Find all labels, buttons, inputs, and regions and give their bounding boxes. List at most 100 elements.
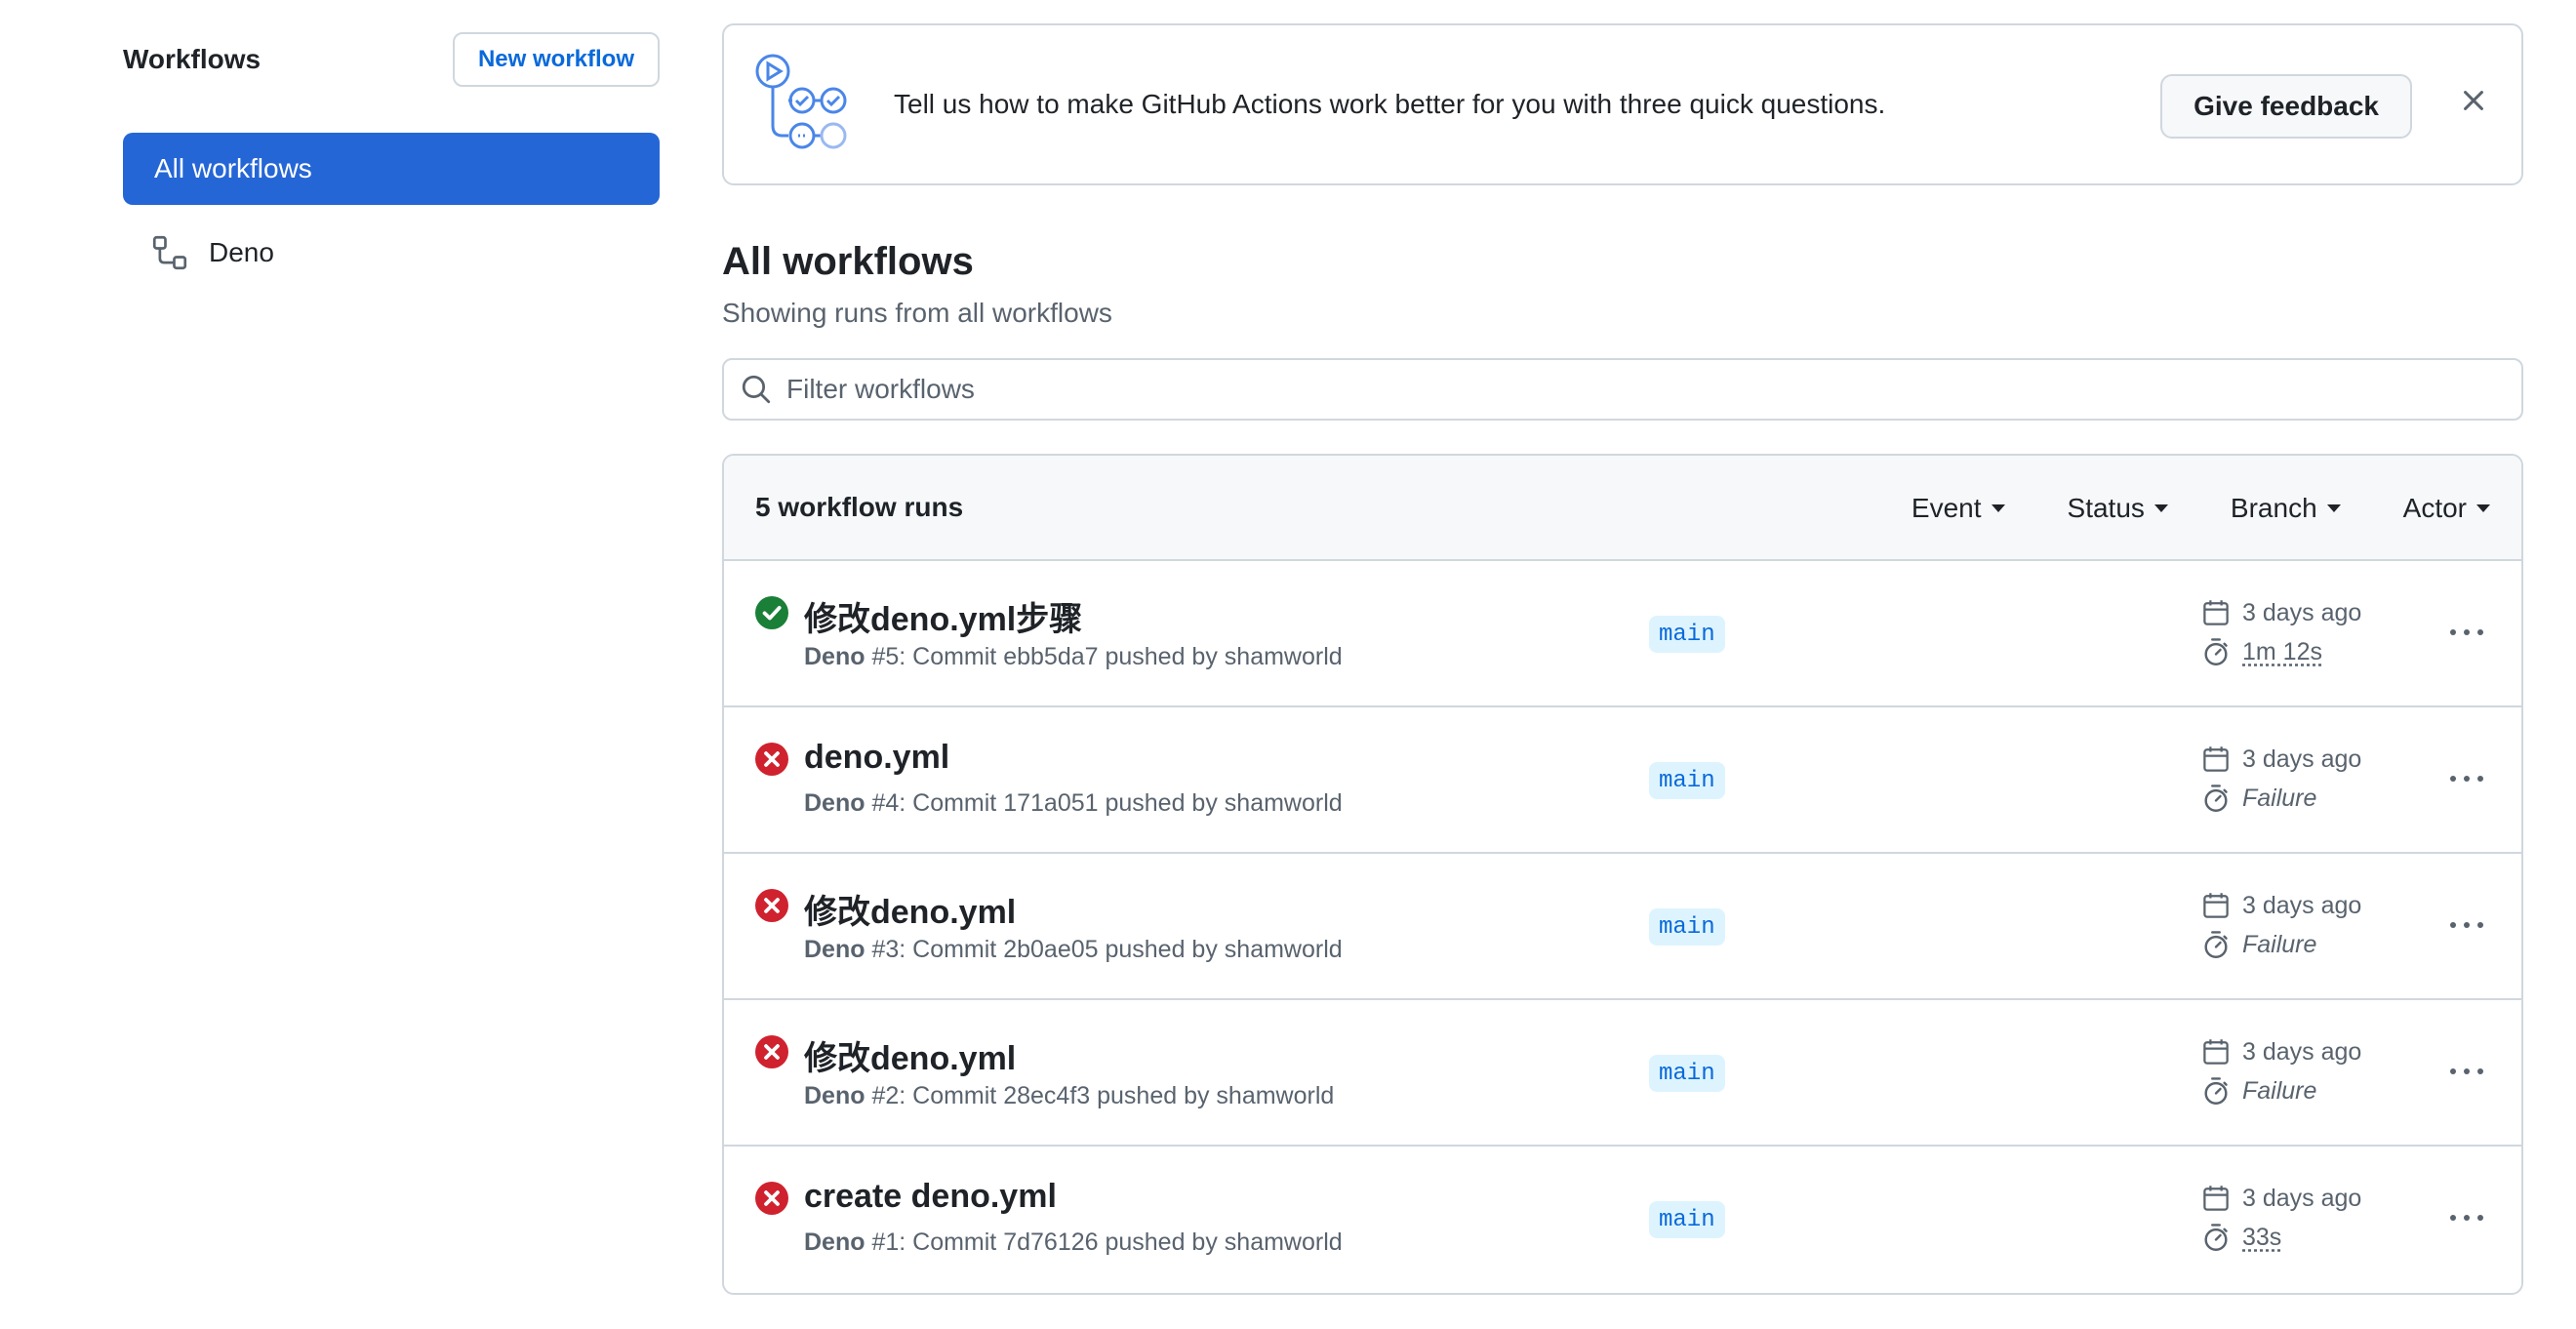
run-duration-value: 33s [2242, 1223, 2282, 1251]
feedback-banner: Tell us how to make GitHub Actions work … [722, 23, 2523, 185]
sidebar-item-deno[interactable]: Deno [123, 219, 660, 287]
run-title-link[interactable]: deno.yml [804, 739, 949, 777]
run-title-link[interactable]: create deno.yml [804, 1178, 1057, 1216]
branch-label[interactable]: main [1649, 908, 1725, 946]
run-meta: Deno #4: Commit 171a051 pushed by shamwo… [804, 789, 1343, 818]
branch-label[interactable]: main [1649, 1055, 1725, 1092]
branch-filter-dropdown[interactable]: Branch [2231, 493, 2341, 524]
caret-down-icon [2153, 504, 2168, 512]
actor-filter-dropdown[interactable]: Actor [2403, 493, 2490, 524]
run-meta: Deno #3: Commit 2b0ae05 pushed by shamwo… [804, 936, 1343, 964]
run-duration: Failure [2201, 1076, 2316, 1106]
page-subtitle: Showing runs from all workflows [722, 298, 1112, 328]
kebab-horizontal-icon[interactable] [2447, 618, 2486, 647]
run-title-link[interactable]: 修改deno.yml步骤 [804, 592, 1082, 640]
workflow-run-row[interactable]: 修改deno.yml Deno #3: Commit 2b0ae05 pushe… [724, 854, 2521, 1000]
run-when: 3 days ago [2242, 598, 2362, 626]
event-filter-label: Event [1911, 493, 1982, 523]
calendar-icon [2203, 600, 2229, 625]
page-title: All workflows [722, 240, 974, 283]
main-content: Tell us how to make GitHub Actions work … [722, 23, 2523, 1295]
run-time: 3 days ago [2201, 891, 2361, 920]
run-workflow-name: Deno [804, 789, 865, 817]
workflow-icon [152, 235, 187, 270]
x-circle-fill-icon [755, 889, 788, 922]
sidebar-item-label: All workflows [154, 153, 312, 183]
run-meta: Deno #1: Commit 7d76126 pushed by shamwo… [804, 1228, 1343, 1257]
stopwatch-icon [2204, 785, 2228, 812]
run-meta-detail: #5: Commit ebb5da7 pushed by shamworld [865, 643, 1343, 670]
kebab-horizontal-icon[interactable] [2447, 1203, 2486, 1232]
filter-workflows-input[interactable] [786, 374, 2445, 405]
workflow-run-row[interactable]: create deno.yml Deno #1: Commit 7d76126 … [724, 1147, 2521, 1293]
branch-label[interactable]: main [1649, 616, 1725, 653]
stopwatch-icon [2204, 1077, 2228, 1105]
run-when: 3 days ago [2242, 891, 2362, 919]
run-duration: Failure [2201, 784, 2316, 813]
kebab-horizontal-icon[interactable] [2447, 910, 2486, 940]
run-title-link[interactable]: 修改deno.yml [804, 885, 1016, 933]
search-icon [740, 373, 773, 406]
stopwatch-icon [2204, 638, 2228, 665]
new-workflow-button[interactable]: New workflow [452, 32, 660, 87]
run-workflow-name: Deno [804, 643, 865, 670]
run-meta: Deno #5: Commit ebb5da7 pushed by shamwo… [804, 643, 1343, 671]
run-workflow-name: Deno [804, 1228, 865, 1256]
x-circle-fill-icon [755, 743, 788, 776]
run-duration-value: Failure [2242, 930, 2317, 958]
workflows-sidebar: Workflows New workflow All workflows Den… [123, 31, 660, 287]
branch-label[interactable]: main [1649, 762, 1725, 799]
workflow-run-row[interactable]: 修改deno.yml步骤 Deno #5: Commit ebb5da7 pus… [724, 561, 2521, 707]
filter-workflows-field [722, 358, 2523, 421]
sidebar-header: Workflows New workflow [123, 31, 660, 88]
x-circle-fill-icon [755, 1182, 788, 1215]
event-filter-dropdown[interactable]: Event [1912, 493, 2005, 524]
calendar-icon [2203, 746, 2229, 772]
caret-down-icon [2476, 504, 2490, 512]
stopwatch-icon [2204, 931, 2228, 958]
branch-label[interactable]: main [1649, 1201, 1725, 1238]
calendar-icon [2203, 893, 2229, 918]
caret-down-icon [1991, 504, 2005, 512]
run-workflow-name: Deno [804, 1082, 865, 1109]
actions-illustration-icon [753, 52, 855, 157]
run-filters: Event Status Branch Actor [1849, 456, 2490, 561]
run-meta: Deno #2: Commit 28ec4f3 pushed by shamwo… [804, 1082, 1334, 1110]
sidebar-item-all-workflows[interactable]: All workflows [123, 133, 660, 205]
workflow-run-row[interactable]: deno.yml Deno #4: Commit 171a051 pushed … [724, 707, 2521, 854]
workflow-run-row[interactable]: 修改deno.yml Deno #2: Commit 28ec4f3 pushe… [724, 1000, 2521, 1147]
run-meta-detail: #2: Commit 28ec4f3 pushed by shamworld [865, 1082, 1335, 1109]
run-when: 3 days ago [2242, 1184, 2362, 1212]
calendar-icon [2203, 1039, 2229, 1065]
run-when: 3 days ago [2242, 1037, 2362, 1066]
sidebar-title: Workflows [123, 44, 262, 74]
run-duration: 1m 12s [2201, 637, 2322, 666]
run-duration: Failure [2201, 930, 2316, 959]
status-filter-dropdown[interactable]: Status [2068, 493, 2168, 524]
caret-down-icon [2326, 504, 2341, 512]
x-circle-fill-icon [755, 1035, 788, 1068]
run-duration-value: Failure [2242, 784, 2317, 812]
feedback-banner-text: Tell us how to make GitHub Actions work … [894, 89, 1886, 119]
close-icon[interactable] [2459, 86, 2488, 115]
run-when: 3 days ago [2242, 745, 2362, 773]
run-time: 3 days ago [2201, 598, 2361, 627]
run-time: 3 days ago [2201, 1184, 2361, 1213]
kebab-horizontal-icon[interactable] [2447, 764, 2486, 793]
branch-filter-label: Branch [2230, 493, 2317, 523]
run-duration: 33s [2201, 1223, 2281, 1252]
run-title-link[interactable]: 修改deno.yml [804, 1031, 1016, 1079]
stopwatch-icon [2204, 1224, 2228, 1251]
run-meta-detail: #4: Commit 171a051 pushed by shamworld [865, 789, 1343, 817]
check-circle-fill-icon [755, 596, 788, 629]
workflow-runs-count: 5 workflow runs [755, 492, 964, 522]
status-filter-label: Status [2067, 493, 2145, 523]
sidebar-item-label: Deno [209, 237, 274, 267]
run-duration-value: 1m 12s [2242, 637, 2322, 665]
run-meta-detail: #1: Commit 7d76126 pushed by shamworld [865, 1228, 1343, 1256]
run-time: 3 days ago [2201, 1037, 2361, 1067]
actor-filter-label: Actor [2402, 493, 2467, 523]
workflow-runs-table: 5 workflow runs Event Status Branch Acto… [722, 454, 2523, 1295]
give-feedback-button[interactable]: Give feedback [2160, 74, 2412, 139]
kebab-horizontal-icon[interactable] [2447, 1057, 2486, 1086]
